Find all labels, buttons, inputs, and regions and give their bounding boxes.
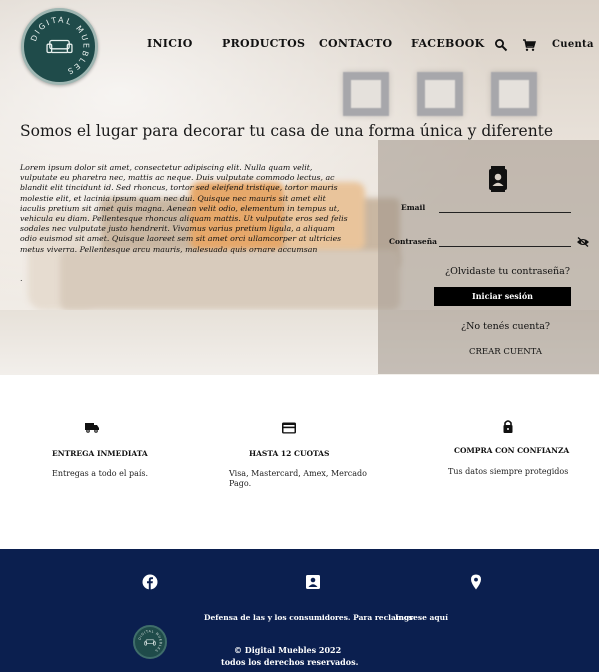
svg-text:DIGITAL MUEBLES: DIGITAL MUEBLES bbox=[29, 15, 90, 76]
forgot-password-link[interactable]: ¿Olvidaste tu contraseña? bbox=[445, 266, 570, 277]
password-label: Contraseña bbox=[389, 237, 438, 246]
cart-icon[interactable] bbox=[522, 38, 536, 52]
nav-inicio[interactable]: INICIO bbox=[147, 37, 193, 50]
email-label: Email bbox=[401, 203, 426, 212]
feature-title-delivery: ENTREGA INMEDIATA bbox=[52, 449, 148, 458]
login-button[interactable]: Iniciar sesión bbox=[434, 287, 571, 306]
wall-frame bbox=[417, 72, 463, 116]
wall-frame bbox=[491, 72, 537, 116]
sofa-icon bbox=[46, 39, 73, 54]
feature-text-delivery: Entregas a todo el país. bbox=[52, 469, 149, 478]
contact-icon[interactable] bbox=[305, 574, 321, 590]
rights-reserved: todos los derechos reservados. bbox=[221, 657, 359, 667]
nav-productos[interactable]: PRODUCTOS bbox=[222, 37, 305, 50]
email-field[interactable] bbox=[439, 212, 571, 213]
create-account-link[interactable]: CREAR CUENTA bbox=[469, 347, 542, 357]
facebook-icon[interactable] bbox=[142, 574, 158, 590]
feature-title-trust: COMPRA CON CONFIANZA bbox=[454, 446, 570, 455]
contact-card-icon bbox=[488, 166, 508, 192]
truck-icon bbox=[84, 420, 100, 434]
brand-logo[interactable]: DIGITAL MUEBLES bbox=[21, 8, 98, 85]
hero-section: DIGITAL MUEBLES INICIO PRODUCTOS CONTACT… bbox=[0, 0, 599, 375]
location-icon[interactable] bbox=[468, 574, 484, 590]
logo-text: DIGITAL MUEBLES bbox=[29, 15, 88, 76]
nav-cuenta[interactable]: Cuenta bbox=[552, 39, 594, 50]
footer-logo-graphic: DIGITAL MUEBLES bbox=[138, 629, 163, 653]
footer-logo-text: DIGITAL MUEBLES bbox=[138, 629, 163, 653]
password-field[interactable] bbox=[439, 246, 571, 247]
hero-title: Somos el lugar para decorar tu casa de u… bbox=[20, 122, 554, 140]
eye-slash-icon[interactable] bbox=[576, 237, 590, 247]
consumer-defense-text: Defensa de las y los consumidores. Para … bbox=[204, 613, 414, 622]
login-panel: Email Contraseña ¿Olvidaste tu contraseñ… bbox=[378, 140, 599, 374]
credit-card-icon bbox=[281, 421, 297, 435]
nav-contacto[interactable]: CONTACTO bbox=[319, 37, 392, 50]
feature-text-trust: Tus datos siempre protegidos bbox=[448, 467, 569, 476]
hero-description: Lorem ipsum dolor sit amet, consectetur … bbox=[20, 163, 348, 254]
svg-text:DIGITAL MUEBLES: DIGITAL MUEBLES bbox=[138, 629, 163, 653]
hero-dot: . bbox=[20, 274, 23, 283]
no-account-text: ¿No tenés cuenta? bbox=[461, 321, 550, 332]
copyright: © Digital Muebles 2022 bbox=[234, 645, 342, 655]
lock-icon bbox=[500, 419, 516, 433]
search-icon[interactable] bbox=[494, 38, 508, 52]
feature-title-installments: HASTA 12 CUOTAS bbox=[249, 449, 330, 458]
footer-sofa-icon bbox=[144, 639, 156, 646]
nav-facebook[interactable]: FACEBOOK bbox=[411, 37, 484, 50]
sofa-base bbox=[60, 250, 400, 310]
complaints-link[interactable]: Ingrese aquí bbox=[395, 613, 448, 622]
logo-graphic: DIGITAL MUEBLES bbox=[29, 15, 90, 76]
footer: Defensa de las y los consumidores. Para … bbox=[0, 549, 599, 672]
feature-text-installments: Visa, Mastercard, Amex, Mercado Pago. bbox=[229, 469, 367, 489]
footer-logo[interactable]: DIGITAL MUEBLES bbox=[133, 625, 167, 659]
wall-frame bbox=[343, 72, 389, 116]
